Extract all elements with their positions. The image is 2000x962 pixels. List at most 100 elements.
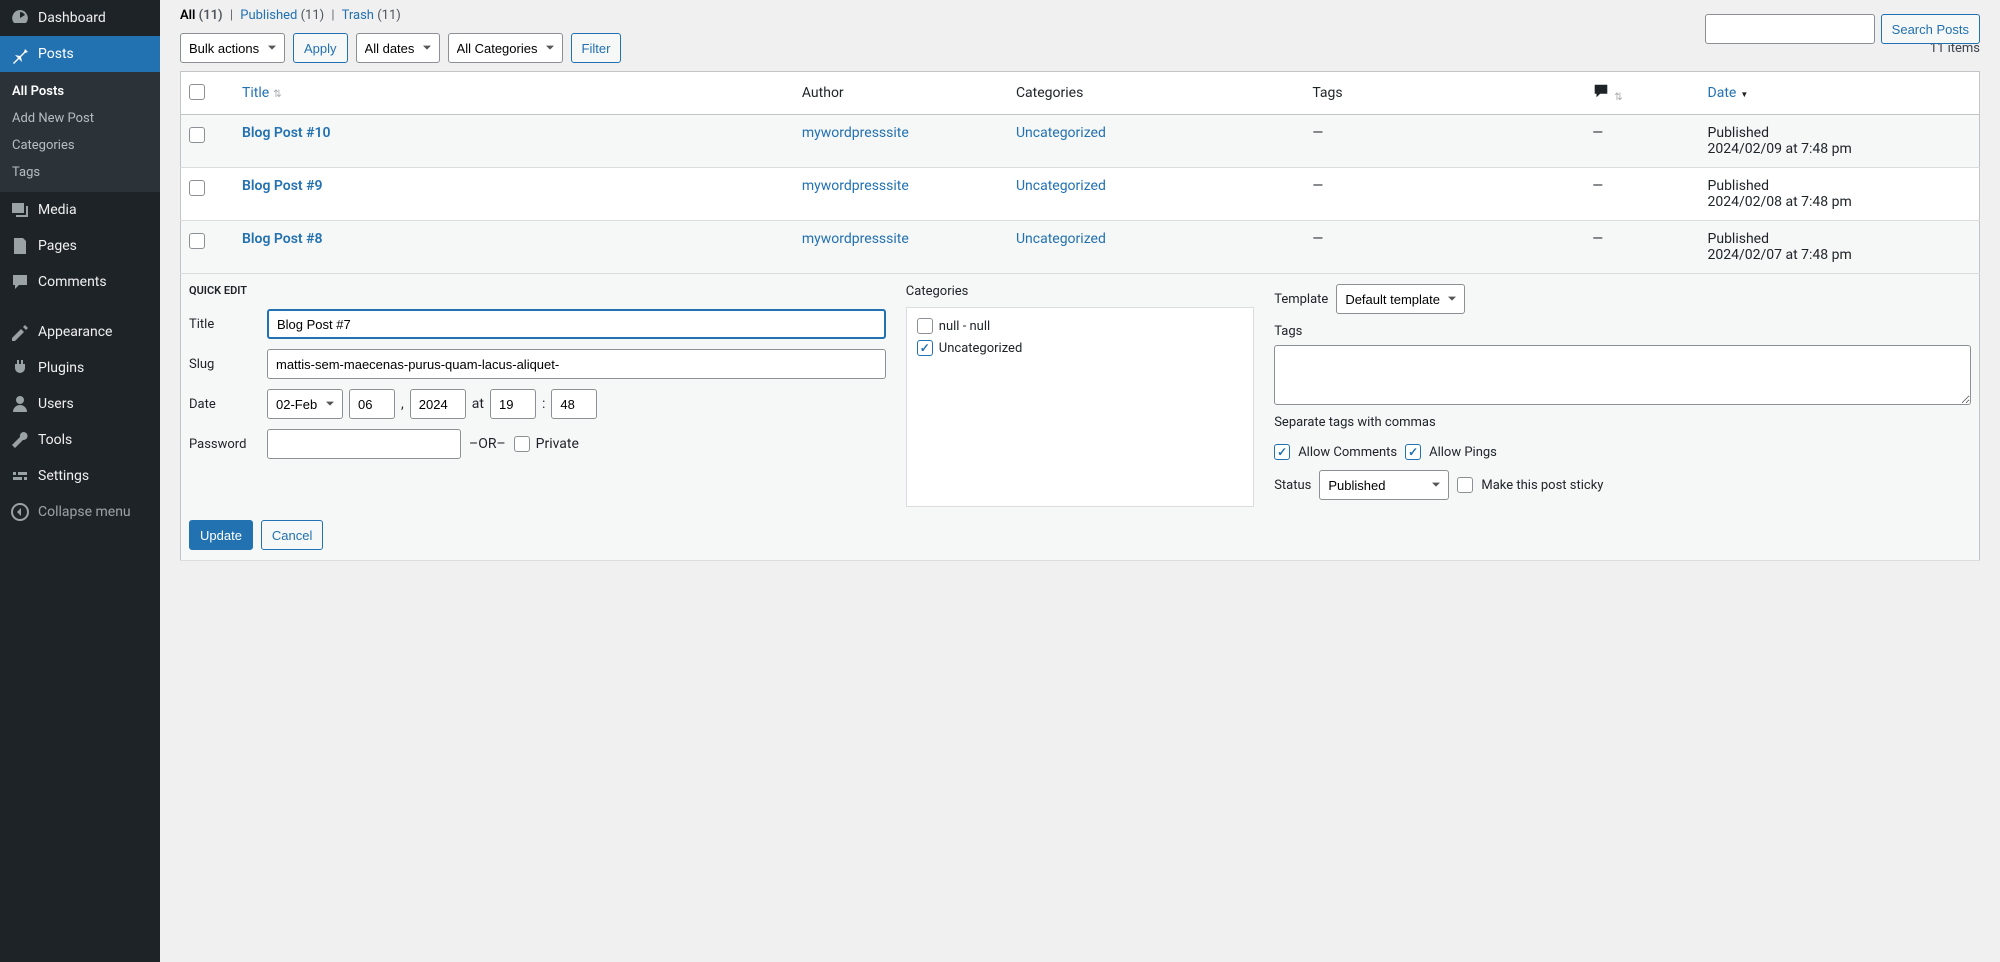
row-checkbox[interactable] [189,180,205,196]
qe-title-label: Title [189,317,267,332]
row-checkbox[interactable] [189,233,205,249]
qe-private-checkbox[interactable] [514,436,530,452]
qe-tags-textarea[interactable] [1274,345,1971,405]
users-icon [10,394,30,414]
bulk-action-select[interactable]: Bulk actions [180,33,285,63]
qe-template-label: Template [1274,292,1328,307]
category-link[interactable]: Uncategorized [1016,231,1106,247]
author-link[interactable]: mywordpresssite [802,178,909,194]
admin-sidebar: Dashboard Posts All Posts Add New Post C… [0,0,160,962]
menu-tools[interactable]: Tools [0,422,160,458]
qe-allow-comments-checkbox[interactable] [1274,444,1290,460]
qe-allow-pings-checkbox[interactable] [1405,444,1421,460]
submenu-add-new[interactable]: Add New Post [0,105,160,132]
menu-label: Settings [38,468,89,484]
menu-label: Comments [38,274,107,290]
column-comments[interactable] [1584,72,1699,115]
dashboard-icon [10,8,30,28]
tags-cell: — [1304,115,1584,168]
post-title-link[interactable]: Blog Post #10 [242,125,330,141]
column-date[interactable]: Date [1700,72,1980,115]
qe-template-select[interactable]: Default template [1336,284,1465,314]
tools-icon [10,430,30,450]
menu-appearance[interactable]: Appearance [0,314,160,350]
qe-cancel-button[interactable]: Cancel [261,520,323,550]
menu-label: Posts [38,46,74,62]
qe-update-button[interactable]: Update [189,520,253,550]
comments-icon [10,272,30,292]
submenu-categories[interactable]: Categories [0,132,160,159]
collapse-label: Collapse menu [38,504,131,520]
qe-sticky-checkbox[interactable] [1457,477,1473,493]
comment-icon [1592,82,1610,100]
appearance-icon [10,322,30,342]
table-row: Blog Post #8 mywordpresssite Uncategoriz… [181,221,1980,274]
menu-users[interactable]: Users [0,386,160,422]
qe-slug-input[interactable] [267,349,886,379]
comments-cell: — [1584,221,1699,274]
search-button[interactable]: Search Posts [1881,14,1980,44]
collapse-menu[interactable]: Collapse menu [0,494,160,530]
settings-icon [10,466,30,486]
qe-allow-comments-label: Allow Comments [1298,445,1397,460]
post-title-link[interactable]: Blog Post #8 [242,231,322,247]
posts-table: Title Author Categories Tags Date Blog P… [180,71,1980,561]
submenu-tags[interactable]: Tags [0,159,160,186]
qe-status-select[interactable]: Published [1319,470,1449,500]
menu-comments[interactable]: Comments [0,264,160,300]
qe-password-input[interactable] [267,429,461,459]
select-all-checkbox[interactable] [189,84,205,100]
qe-year-input[interactable] [410,389,466,419]
apply-button[interactable]: Apply [293,33,348,63]
qe-cat-uncategorized-checkbox[interactable] [917,340,933,356]
category-filter-select[interactable]: All Categories [448,33,563,63]
filter-trash[interactable]: Trash (11) [342,8,401,23]
search-input[interactable] [1705,14,1875,44]
menu-settings[interactable]: Settings [0,458,160,494]
column-author: Author [794,72,1008,115]
menu-label: Dashboard [38,10,106,26]
menu-plugins[interactable]: Plugins [0,350,160,386]
qe-hour-input[interactable] [490,389,536,419]
column-title[interactable]: Title [234,72,794,115]
menu-label: Users [38,396,74,412]
filter-button[interactable]: Filter [571,33,622,63]
qe-title-input[interactable] [267,309,886,339]
date-filter-select[interactable]: All dates [356,33,440,63]
menu-pages[interactable]: Pages [0,228,160,264]
qe-sticky-label: Make this post sticky [1481,478,1603,493]
menu-media[interactable]: Media [0,192,160,228]
filter-published[interactable]: Published (11) [240,8,324,23]
column-tags: Tags [1304,72,1584,115]
menu-label: Appearance [38,324,112,340]
plugins-icon [10,358,30,378]
filter-all[interactable]: All (11) [180,8,223,23]
qe-cat-uncategorized-label: Uncategorized [939,341,1022,356]
date-cell: Published2024/02/09 at 7:48 pm [1700,115,1980,168]
qe-day-input[interactable] [349,389,395,419]
qe-password-label: Password [189,437,267,452]
category-link[interactable]: Uncategorized [1016,178,1106,194]
qe-minute-input[interactable] [551,389,597,419]
author-link[interactable]: mywordpresssite [802,231,909,247]
qe-date-label: Date [189,397,267,412]
category-link[interactable]: Uncategorized [1016,125,1106,141]
collapse-icon [10,502,30,522]
post-title-link[interactable]: Blog Post #9 [242,178,322,194]
menu-dashboard[interactable]: Dashboard [0,0,160,36]
tags-cell: — [1304,168,1584,221]
qe-cat-null-checkbox[interactable] [917,318,933,334]
qe-slug-label: Slug [189,357,267,372]
qe-month-select[interactable]: 02-Feb [267,389,343,419]
author-link[interactable]: mywordpresssite [802,125,909,141]
menu-label: Tools [38,432,72,448]
menu-posts[interactable]: Posts [0,36,160,72]
posts-submenu: All Posts Add New Post Categories Tags [0,72,160,192]
row-checkbox[interactable] [189,127,205,143]
date-cell: Published2024/02/07 at 7:48 pm [1700,221,1980,274]
quick-edit-row: Quick Edit Title Slug Date [181,274,1980,561]
pages-icon [10,236,30,256]
tags-cell: — [1304,221,1584,274]
submenu-all-posts[interactable]: All Posts [0,78,160,105]
comments-cell: — [1584,115,1699,168]
